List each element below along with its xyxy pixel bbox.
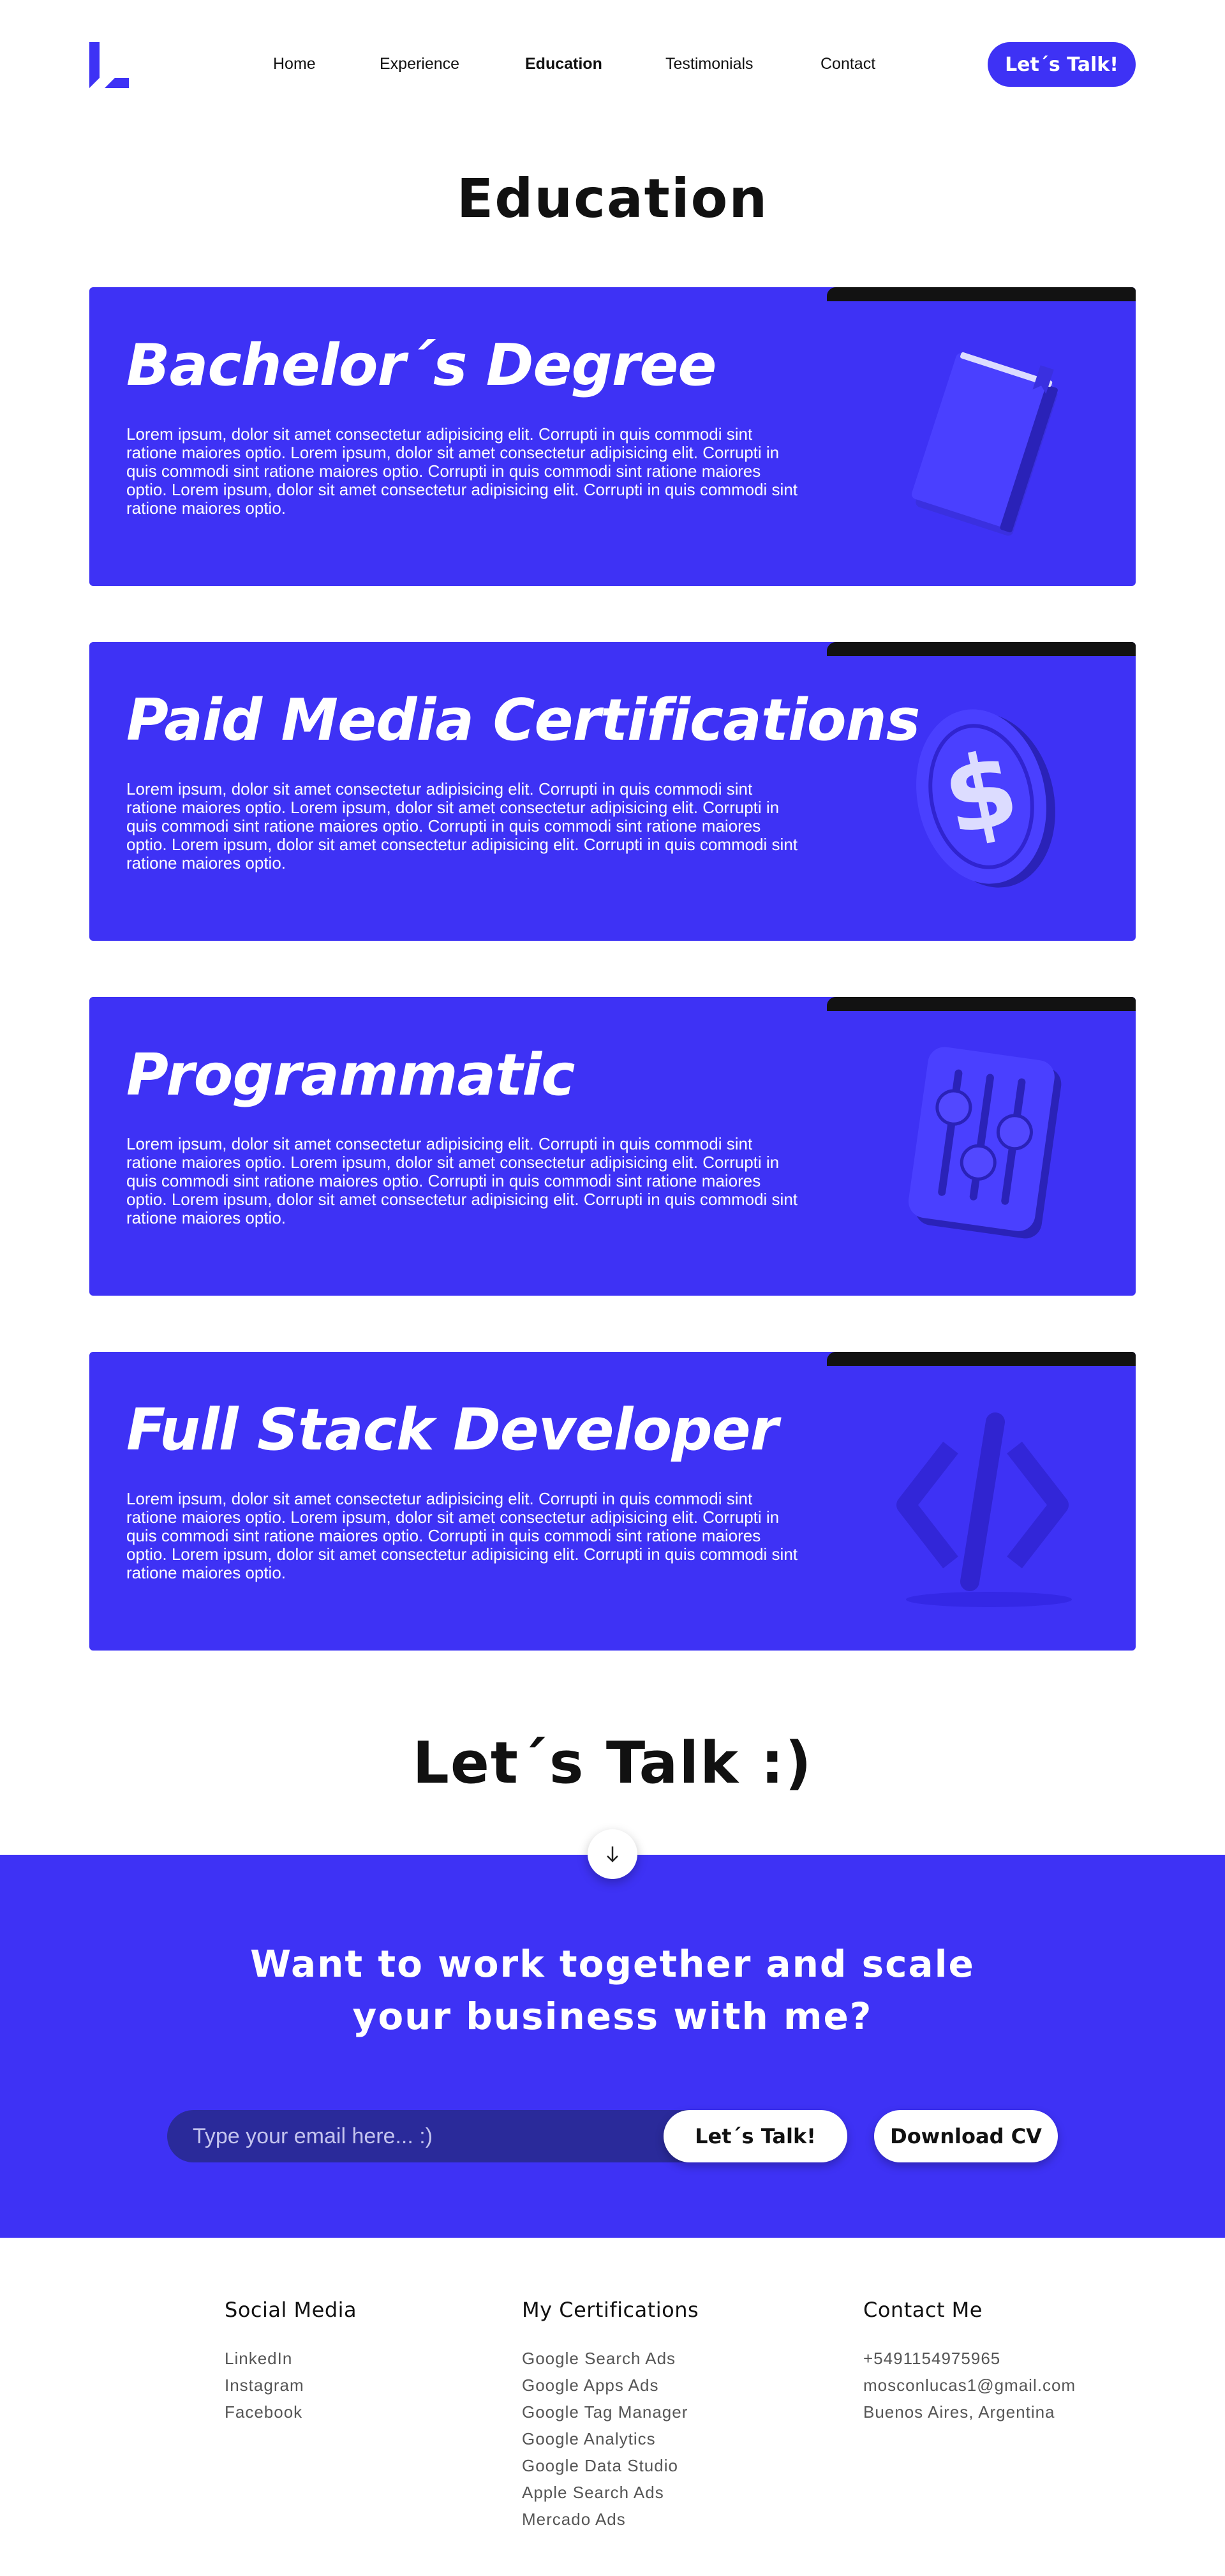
footer-contact: Contact Me +5491154975965 mosconlucas1@g… (863, 2298, 1076, 2425)
footer-link-instagram[interactable]: Instagram (225, 2376, 304, 2395)
cta-heading-line2: your business with me? (352, 1995, 873, 2038)
cta-heading: Want to work together and scale your bus… (0, 1938, 1225, 2042)
footer-contact-title: Contact Me (863, 2298, 983, 2322)
email-input[interactable] (193, 2110, 614, 2162)
contact-location: Buenos Aires, Argentina (863, 2402, 1055, 2422)
contact-email: mosconlucas1@gmail.com (863, 2376, 1076, 2395)
contact-cta-section: Want to work together and scale your bus… (0, 1855, 1225, 2238)
contact-phone: +5491154975965 (863, 2349, 1001, 2368)
cert-item: Mercado Ads (522, 2510, 626, 2529)
l-logo-icon[interactable] (89, 42, 129, 88)
card-title: Paid Media Certifications (126, 687, 920, 754)
lets-talk-submit-button[interactable]: Let´s Talk! (664, 2110, 847, 2162)
nav-home[interactable]: Home (273, 55, 316, 73)
education-card-programmatic: Programmatic Lorem ipsum, dolor sit amet… (89, 997, 1136, 1296)
cta-heading-line1: Want to work together and scale (250, 1942, 975, 1986)
code-brackets-icon (896, 1412, 1072, 1607)
card-text: Lorem ipsum, dolor sit amet consectetur … (126, 424, 798, 518)
cert-item: Google Apps Ads (522, 2376, 659, 2395)
education-card-bachelor: Bachelor´s Degree Lorem ipsum, dolor sit… (89, 287, 1136, 586)
lets-talk-header-button[interactable]: Let´s Talk! (988, 42, 1136, 87)
card-tab (827, 287, 1136, 301)
arrow-down-icon (607, 1846, 618, 1862)
card-text: Lorem ipsum, dolor sit amet consectetur … (126, 1489, 798, 1582)
cert-item: Google Search Ads (522, 2349, 676, 2368)
card-title: Programmatic (126, 1042, 575, 1109)
book-icon (911, 352, 1058, 536)
footer-link-linkedin[interactable]: LinkedIn (225, 2349, 292, 2368)
education-card-full-stack: Full Stack Developer Lorem ipsum, dolor … (89, 1352, 1136, 1651)
card-text: Lorem ipsum, dolor sit amet consectetur … (126, 779, 798, 872)
cert-item: Apple Search Ads (522, 2483, 664, 2502)
email-form: Let´s Talk! (167, 2110, 847, 2162)
footer-social-title: Social Media (225, 2298, 357, 2322)
nav-experience[interactable]: Experience (380, 55, 459, 73)
site-header: Home Experience Education Testimonials C… (89, 0, 1136, 128)
nav-contact[interactable]: Contact (820, 55, 875, 73)
cert-item: Google Analytics (522, 2429, 656, 2448)
card-tab (827, 997, 1136, 1011)
education-card-paid-media: Paid Media Certifications Lorem ipsum, d… (89, 642, 1136, 941)
nav-testimonials[interactable]: Testimonials (665, 55, 754, 73)
card-title: Bachelor´s Degree (126, 332, 716, 399)
footer-certs-title: My Certifications (522, 2298, 699, 2322)
card-tab (827, 1352, 1136, 1366)
card-text: Lorem ipsum, dolor sit amet consectetur … (126, 1134, 798, 1227)
lets-talk-title: Let´s Talk :) (412, 1730, 813, 1797)
card-tab (827, 642, 1136, 656)
nav-education[interactable]: Education (525, 55, 602, 73)
footer-link-facebook[interactable]: Facebook (225, 2402, 302, 2422)
cert-item: Google Data Studio (522, 2456, 678, 2475)
dollar-coin-icon: $ (916, 709, 1055, 888)
mixer-sliders-icon (908, 1047, 1062, 1239)
card-title: Full Stack Developer (126, 1397, 778, 1464)
education-title: Education (456, 167, 769, 230)
cert-item: Google Tag Manager (522, 2402, 688, 2422)
download-cv-button[interactable]: Download CV (874, 2110, 1058, 2162)
footer-social: Social Media LinkedIn Instagram Facebook (225, 2298, 357, 2425)
scroll-down-button[interactable] (588, 1829, 637, 1879)
footer-certifications: My Certifications Google Search Ads Goog… (522, 2298, 699, 2533)
